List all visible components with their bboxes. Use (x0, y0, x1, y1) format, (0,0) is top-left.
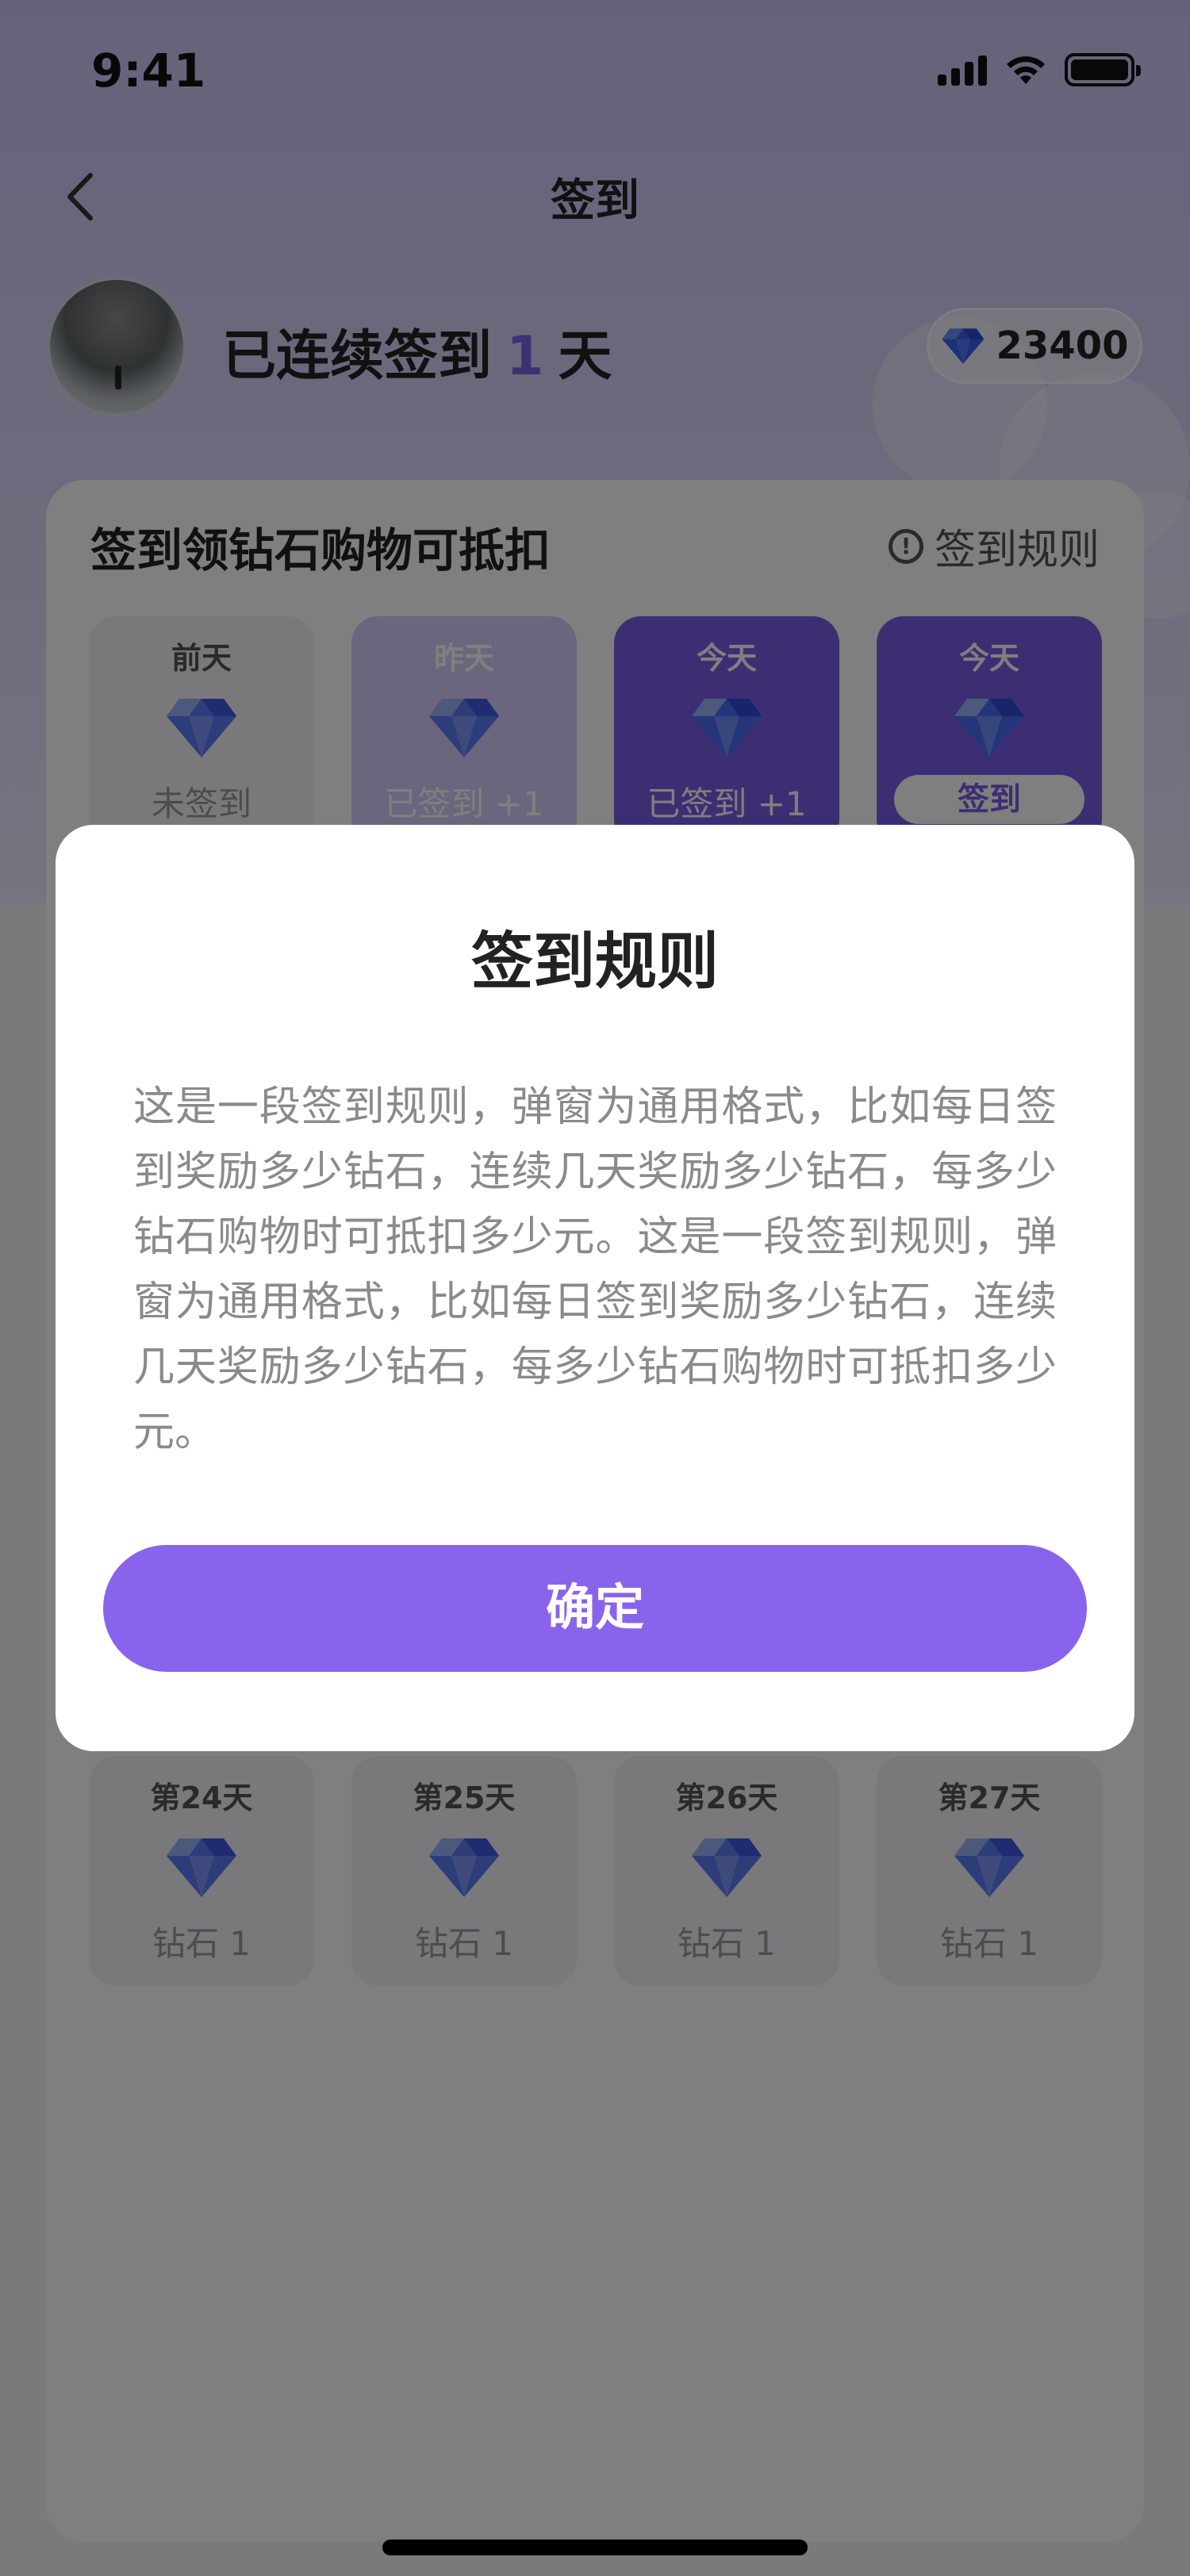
dialog-body: 这是一段签到规则，弹窗为通用格式，比如每日签到奖励多少钻石，连续几天奖励多少钻石… (133, 1083, 1057, 1456)
dialog-title: 签到规则 (470, 926, 719, 998)
confirm-button[interactable]: 确定 (103, 1545, 1087, 1672)
rules-dialog: 签到规则 这是一段签到规则，弹窗为通用格式，比如每日签到奖励多少钻石，连续几天奖… (56, 825, 1134, 1751)
screen: 9:41 签到 已连续签到1天 23400 签到领钻石购物可抵扣 (0, 0, 1190, 2576)
home-indicator (382, 2540, 808, 2555)
